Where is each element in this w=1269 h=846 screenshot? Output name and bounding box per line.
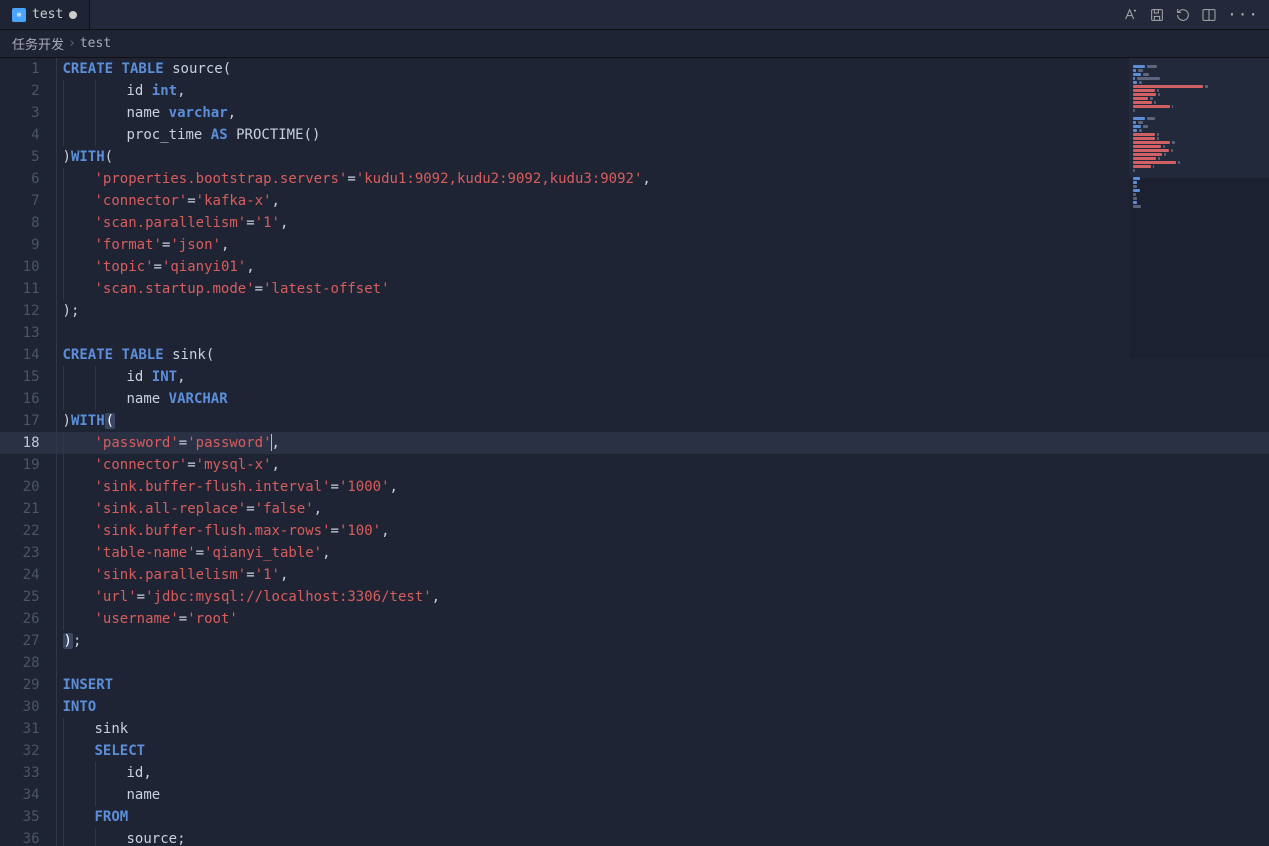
- gutter-line-number: 26: [0, 608, 56, 630]
- code-line[interactable]: 'table-name'='qianyi_table',: [56, 542, 1269, 564]
- file-type-sql-icon: ≡: [12, 8, 26, 22]
- gutter-line-number: 11: [0, 278, 56, 300]
- font-icon[interactable]: [1123, 7, 1139, 23]
- gutter-line-number: 13: [0, 322, 56, 344]
- breadcrumb-file[interactable]: test: [80, 36, 111, 51]
- gutter-line-number: 18: [0, 432, 56, 454]
- code-line[interactable]: SELECT: [56, 740, 1269, 762]
- code-line[interactable]: INTO: [56, 696, 1269, 718]
- code-line[interactable]: CREATE TABLE sink(: [56, 344, 1269, 366]
- tab-label: test: [32, 7, 63, 22]
- gutter-line-number: 6: [0, 168, 56, 190]
- gutter-line-number: 36: [0, 828, 56, 846]
- gutter-line-number: 15: [0, 366, 56, 388]
- gutter-line-number: 3: [0, 102, 56, 124]
- gutter-line-number: 12: [0, 300, 56, 322]
- code-line[interactable]: FROM: [56, 806, 1269, 828]
- code-line[interactable]: id int,: [56, 80, 1269, 102]
- code-line[interactable]: 'properties.bootstrap.servers'='kudu1:90…: [56, 168, 1269, 190]
- code-line[interactable]: );: [56, 300, 1269, 322]
- split-editor-icon[interactable]: [1201, 7, 1217, 23]
- tab-bar: ≡ test ···: [0, 0, 1269, 30]
- gutter-line-number: 17: [0, 410, 56, 432]
- code-line[interactable]: source;: [56, 828, 1269, 846]
- code-line[interactable]: )WITH(: [56, 146, 1269, 168]
- tab-modified-dot-icon: [69, 11, 77, 19]
- more-icon[interactable]: ···: [1227, 7, 1259, 23]
- gutter-line-number: 7: [0, 190, 56, 212]
- gutter-line-number: 4: [0, 124, 56, 146]
- code-line[interactable]: [56, 322, 1269, 344]
- code-line[interactable]: 'sink.buffer-flush.interval'='1000',: [56, 476, 1269, 498]
- gutter-line-number: 35: [0, 806, 56, 828]
- gutter-line-number: 23: [0, 542, 56, 564]
- gutter-line-number: 30: [0, 696, 56, 718]
- gutter-line-number: 20: [0, 476, 56, 498]
- code-line[interactable]: name VARCHAR: [56, 388, 1269, 410]
- gutter-line-number: 9: [0, 234, 56, 256]
- code-line[interactable]: 'topic'='qianyi01',: [56, 256, 1269, 278]
- code-editor[interactable]: 1CREATE TABLE source(2id int,3name varch…: [0, 58, 1269, 846]
- code-line[interactable]: name varchar,: [56, 102, 1269, 124]
- chevron-right-icon: ›: [68, 36, 76, 51]
- code-line[interactable]: proc_time AS PROCTIME(): [56, 124, 1269, 146]
- code-line[interactable]: id,: [56, 762, 1269, 784]
- gutter-line-number: 5: [0, 146, 56, 168]
- code-line[interactable]: name: [56, 784, 1269, 806]
- gutter-line-number: 29: [0, 674, 56, 696]
- breadcrumb: 任务开发 › test: [0, 30, 1269, 58]
- gutter-line-number: 2: [0, 80, 56, 102]
- revert-icon[interactable]: [1175, 7, 1191, 23]
- gutter-line-number: 16: [0, 388, 56, 410]
- gutter-line-number: 24: [0, 564, 56, 586]
- gutter-line-number: 31: [0, 718, 56, 740]
- code-line[interactable]: 'scan.startup.mode'='latest-offset': [56, 278, 1269, 300]
- gutter-line-number: 25: [0, 586, 56, 608]
- gutter-line-number: 19: [0, 454, 56, 476]
- save-icon[interactable]: [1149, 7, 1165, 23]
- gutter-line-number: 28: [0, 652, 56, 674]
- code-table: 1CREATE TABLE source(2id int,3name varch…: [0, 58, 1269, 846]
- gutter-line-number: 34: [0, 784, 56, 806]
- gutter-line-number: 10: [0, 256, 56, 278]
- code-line[interactable]: CREATE TABLE source(: [56, 58, 1269, 80]
- titlebar-actions: ···: [1113, 0, 1269, 29]
- gutter-line-number: 22: [0, 520, 56, 542]
- editor-tab-test[interactable]: ≡ test: [0, 0, 90, 29]
- code-line[interactable]: 'password'='password',: [56, 432, 1269, 454]
- gutter-line-number: 33: [0, 762, 56, 784]
- gutter-line-number: 32: [0, 740, 56, 762]
- code-line[interactable]: 'sink.parallelism'='1',: [56, 564, 1269, 586]
- gutter-line-number: 8: [0, 212, 56, 234]
- gutter-line-number: 1: [0, 58, 56, 80]
- code-line[interactable]: 'username'='root': [56, 608, 1269, 630]
- code-line[interactable]: )WITH(: [56, 410, 1269, 432]
- breadcrumb-root[interactable]: 任务开发: [12, 34, 64, 53]
- gutter-line-number: 14: [0, 344, 56, 366]
- code-line[interactable]: 'scan.parallelism'='1',: [56, 212, 1269, 234]
- code-line[interactable]: 'format'='json',: [56, 234, 1269, 256]
- gutter-line-number: 27: [0, 630, 56, 652]
- code-line[interactable]: 'url'='jdbc:mysql://localhost:3306/test'…: [56, 586, 1269, 608]
- code-line[interactable]: INSERT: [56, 674, 1269, 696]
- gutter-line-number: 21: [0, 498, 56, 520]
- code-line[interactable]: 'connector'='kafka-x',: [56, 190, 1269, 212]
- code-line[interactable]: 'sink.all-replace'='false',: [56, 498, 1269, 520]
- code-line[interactable]: [56, 652, 1269, 674]
- code-line[interactable]: id INT,: [56, 366, 1269, 388]
- code-line[interactable]: 'sink.buffer-flush.max-rows'='100',: [56, 520, 1269, 542]
- code-line[interactable]: 'connector'='mysql-x',: [56, 454, 1269, 476]
- code-line[interactable]: );: [56, 630, 1269, 652]
- code-line[interactable]: sink: [56, 718, 1269, 740]
